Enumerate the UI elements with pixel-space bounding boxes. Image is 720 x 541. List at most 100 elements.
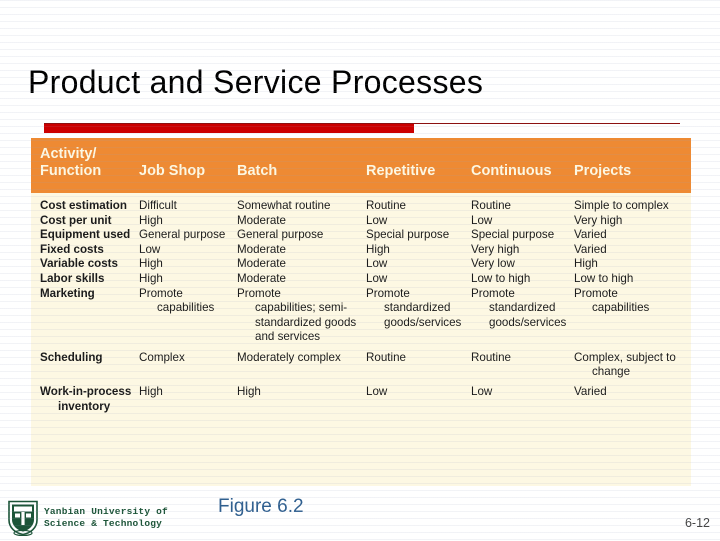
table-cell-line: Moderate [237, 272, 286, 285]
table-cell: Promote standardized goods/services [366, 287, 461, 331]
table-cell-line: Somewhat routine [237, 199, 331, 212]
table-cell-line: Low [471, 385, 493, 399]
table-cell-line: goods/services [384, 315, 462, 329]
table-cell-line: Routine [471, 199, 511, 212]
table-cell: Routine [366, 199, 406, 214]
table-cell-line: standardized goods [255, 315, 357, 329]
table-cell-line: High [139, 385, 163, 399]
table-cell: Promote standardized goods/services [471, 287, 566, 331]
table-cell: Routine [366, 351, 406, 366]
table-cell: Low [366, 214, 387, 229]
table-cell: Complex, subject to change [574, 351, 676, 380]
table-cell: General purpose [237, 228, 323, 243]
table-cell-line: High [366, 242, 390, 256]
table-cell: Simple to complex [574, 199, 669, 214]
table-cell-line: Simple to complex [574, 199, 669, 212]
table-cell: Complex [139, 351, 185, 366]
table-cell-line: High [139, 272, 163, 285]
table-cell-line: Very low [471, 257, 515, 271]
table-cell: Low [471, 214, 492, 229]
table-row-label: Marketing [40, 287, 95, 302]
table-cell: Moderately complex [237, 351, 341, 366]
table-cell-line: Moderately complex [237, 350, 341, 364]
university-name: Yanbian University of Science & Technolo… [44, 506, 168, 529]
table-cell: High [574, 257, 598, 272]
table-row-label: Work-in-process inventory [40, 385, 131, 414]
table-row: Variable costs High Moderate Low Very low Hig… [31, 257, 691, 272]
table-cell-line: change [592, 365, 631, 379]
table-column-header-line: Batch [237, 163, 278, 179]
table-row: Scheduling Complex Moderately complex Routi… [31, 351, 691, 380]
table-row: Labor skills High Moderate Low Low to high Lo… [31, 272, 691, 287]
table-cell-line: capabilities; semi- [255, 301, 348, 315]
table-cell: Moderate [237, 257, 286, 272]
page-number: 6-12 [684, 516, 710, 530]
page-title: Product and Service Processes [28, 64, 484, 100]
table-column-header: Projects [574, 163, 631, 180]
table-cell: Moderate [237, 214, 286, 229]
table-cell: Low [139, 243, 160, 258]
table-cell: High [366, 243, 390, 258]
table-cell: Low to high [574, 272, 633, 287]
table-row: Fixed costs Low Moderate High Very high Varie… [31, 243, 691, 258]
university-name-line1: Yanbian University of [44, 506, 168, 517]
table-cell-line: Routine [366, 199, 406, 212]
table-body: Cost estimation Difficult Somewhat routine… [31, 193, 691, 413]
table-cell-line: goods/services [489, 315, 567, 329]
table-row: Cost estimation Difficult Somewhat routine… [31, 199, 691, 214]
table-cell: Routine [471, 351, 511, 366]
table-row-label-line: Variable costs [40, 257, 118, 271]
figure-caption: Figure 6.2 [218, 496, 304, 517]
table-row-label-line: inventory [58, 399, 111, 413]
university-crest-icon [6, 500, 40, 537]
table-cell: Special purpose [471, 228, 554, 243]
table-row-label: Equipment used [40, 228, 130, 243]
table-cell: Low [366, 385, 387, 400]
table-row-label: Cost per unit [40, 214, 112, 229]
table-row-label-line: Labor skills [40, 272, 105, 285]
table-cell-line: Low [471, 213, 493, 227]
table-cell-line: Moderate [237, 213, 286, 227]
table-cell-line: Very high [574, 213, 623, 227]
table-column-header-line: Function [40, 163, 102, 179]
table-row-label-line: Scheduling [40, 350, 103, 364]
table-cell: Varied [574, 385, 607, 400]
table-column-header: Continuous [471, 163, 552, 180]
table-row-label-line: Cost estimation [40, 199, 127, 212]
table-cell-line: and services [255, 330, 321, 344]
table-cell: Promote capabilities [139, 287, 214, 316]
table-cell-line: Low [366, 272, 388, 285]
table-row-label-line: Work-in-process [40, 385, 132, 399]
table-cell-line: General purpose [237, 228, 324, 242]
table-column-header: Activity/Function [40, 146, 101, 180]
table-row-label: Scheduling [40, 351, 102, 366]
table-cell-line: Promote [139, 286, 183, 300]
table-cell-line: standardized [384, 301, 451, 315]
table-cell-line: Special purpose [366, 228, 450, 242]
table-cell: Very high [574, 214, 622, 229]
table-cell: Low [471, 385, 492, 400]
table-row-label-line: Equipment used [40, 228, 131, 242]
table-cell: Moderate [237, 272, 286, 287]
table-row: Work-in-process inventory High High Low Low Va… [31, 385, 691, 414]
table-cell: Very high [471, 243, 519, 258]
table-cell-line: Varied [574, 228, 607, 242]
table-cell: High [237, 385, 261, 400]
table-cell-line: Complex, subject to [574, 350, 676, 364]
table-cell-line: Moderate [237, 242, 286, 256]
table-cell-line: Low to high [471, 272, 531, 285]
table-cell-line: General purpose [139, 228, 226, 242]
table-cell: Low to high [471, 272, 530, 287]
table-cell-line: Low [139, 242, 161, 256]
table-cell-line: standardized [489, 301, 556, 315]
table-cell-line: Low [366, 385, 388, 399]
table-cell-line: Promote [471, 286, 515, 300]
table-column-header-line: Continuous [471, 163, 552, 179]
table-cell: Moderate [237, 243, 286, 258]
table-cell-line: High [237, 385, 261, 399]
table-cell-line: capabilities [157, 301, 215, 315]
table-cell-line: Varied [574, 385, 607, 399]
table-cell: High [139, 257, 163, 272]
table-cell-line: Difficult [139, 199, 177, 212]
table-cell-line: Promote [366, 286, 410, 300]
